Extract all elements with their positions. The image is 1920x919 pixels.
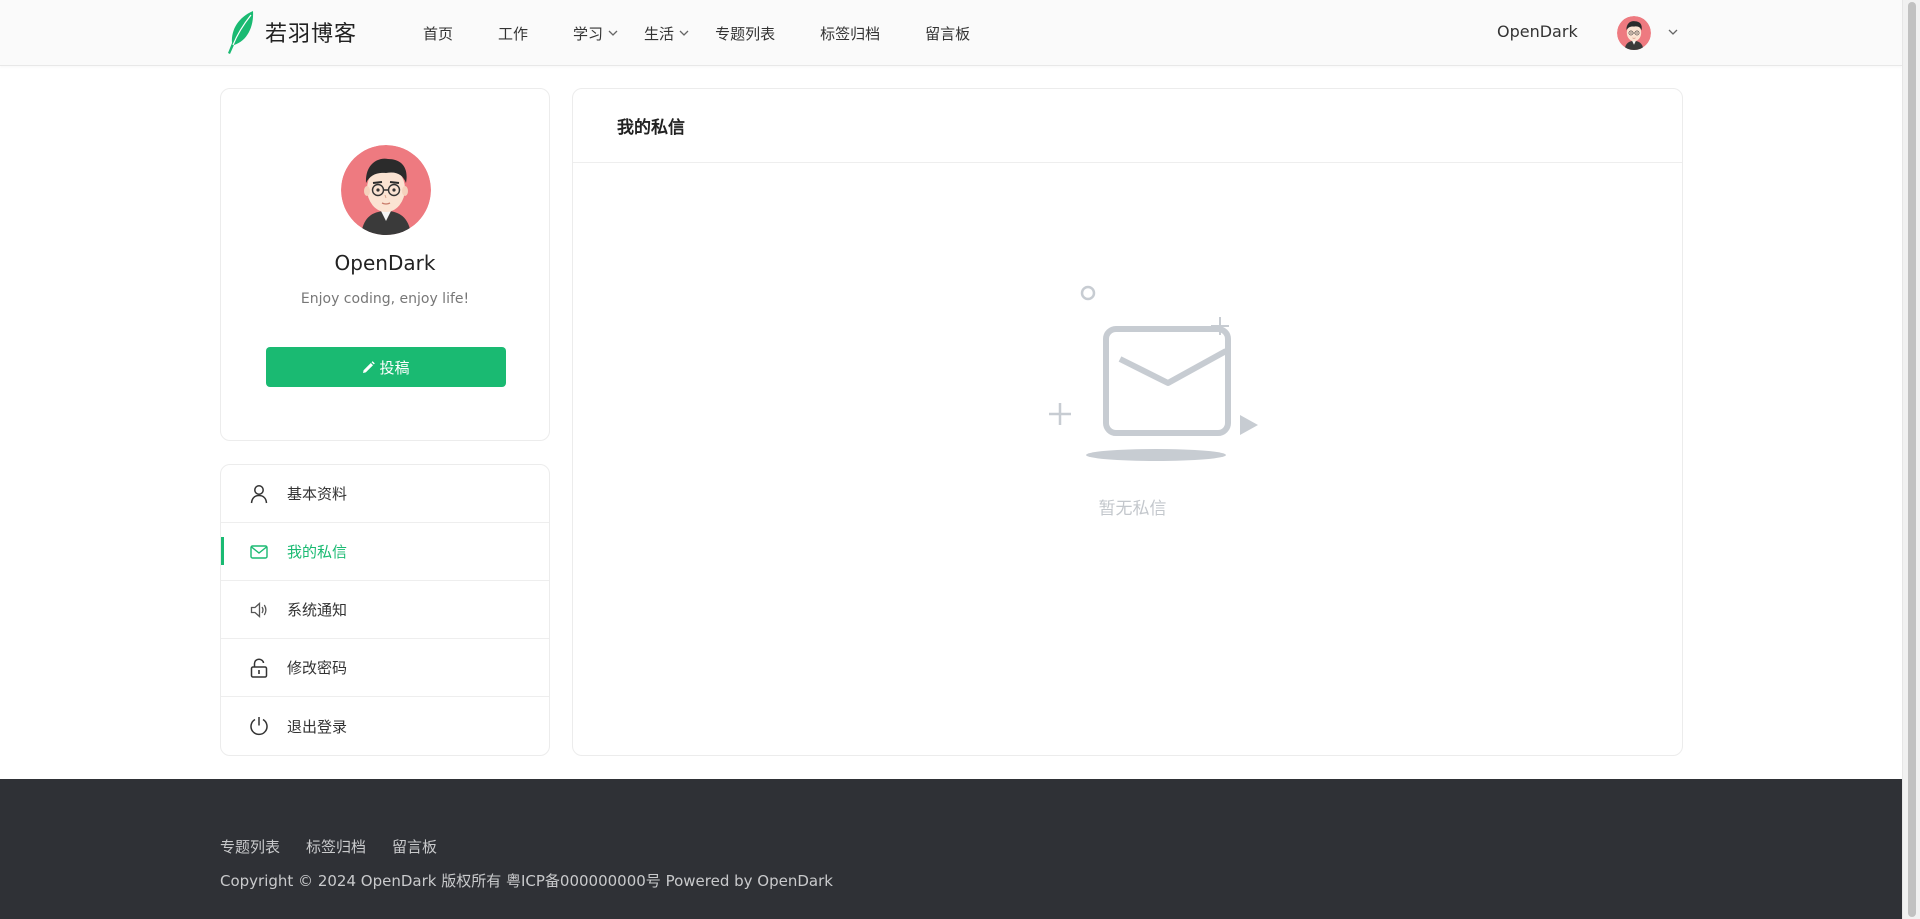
menu-item-label: 我的私信 [287, 543, 348, 561]
nav-item-guestbook[interactable]: 留言板 [925, 23, 970, 44]
scrollbar-thumb[interactable] [1908, 2, 1916, 917]
header-avatar[interactable] [1617, 16, 1651, 50]
chevron-down-icon [679, 30, 689, 36]
nav-label: 学习 [573, 24, 604, 43]
menu-item-label: 退出登录 [287, 717, 348, 736]
site-logo[interactable]: 若羽博客 [223, 9, 357, 55]
avatar-cartoon-icon [1617, 16, 1651, 50]
post-button-label: 投稿 [379, 358, 410, 377]
user-icon [249, 484, 269, 504]
power-icon [249, 716, 269, 736]
header-username[interactable]: OpenDark [1497, 22, 1578, 41]
nav-item-life[interactable]: 生活 [644, 23, 689, 44]
menu-item-basic-info[interactable]: 基本资料 [221, 465, 549, 523]
speaker-icon [249, 600, 269, 620]
footer-link-tags[interactable]: 标签归档 [306, 836, 366, 857]
nav-label: 标签归档 [820, 24, 881, 43]
menu-item-logout[interactable]: 退出登录 [221, 697, 549, 755]
user-center-menu: 基本资料 我的私信 系统通知 修改密码 退出登录 [220, 464, 550, 756]
main-nav: 首页 工作 学习 生活 专题列表 标签归档 留言板 [423, 0, 1015, 66]
unlock-icon [249, 658, 269, 678]
empty-mailbox-illustration-icon [1049, 285, 1258, 461]
messages-panel: 我的私信 暂无私信 [572, 88, 1683, 756]
top-header: 若羽博客 首页 工作 学习 生活 专题列表 标签归档 留言板 OpenDark [0, 0, 1902, 66]
nav-label: 留言板 [925, 24, 971, 43]
menu-item-label: 修改密码 [287, 659, 348, 677]
pencil-icon [363, 360, 376, 373]
nav-label: 专题列表 [715, 24, 776, 43]
nav-item-topics[interactable]: 专题列表 [715, 23, 775, 44]
site-footer: 专题列表 标签归档 留言板 Copyright © 2024 OpenDark … [0, 779, 1902, 919]
chevron-down-icon [608, 30, 618, 36]
nav-label: 生活 [644, 24, 675, 43]
profile-name: OpenDark [334, 251, 436, 275]
profile-bio: Enjoy coding, enjoy life! [300, 291, 470, 307]
profile-card: OpenDark Enjoy coding, enjoy life! 投稿 [220, 88, 550, 441]
nav-item-tags[interactable]: 标签归档 [820, 23, 880, 44]
footer-links: 专题列表 标签归档 留言板 [220, 836, 437, 857]
panel-title: 我的私信 [573, 89, 1682, 163]
menu-item-change-password[interactable]: 修改密码 [221, 639, 549, 697]
empty-state-text: 暂无私信 [1098, 499, 1167, 519]
menu-item-notifications[interactable]: 系统通知 [221, 581, 549, 639]
footer-link-topics[interactable]: 专题列表 [220, 836, 280, 857]
nav-item-study[interactable]: 学习 [573, 23, 618, 44]
footer-copyright: Copyright © 2024 OpenDark 版权所有 粤ICP备0000… [220, 872, 833, 890]
profile-avatar [341, 145, 431, 235]
nav-item-home[interactable]: 首页 [423, 23, 453, 44]
site-name: 若羽博客 [265, 22, 358, 47]
avatar-cartoon-icon [341, 145, 431, 235]
feather-logo-icon [228, 11, 254, 54]
user-menu-chevron-icon[interactable] [1668, 29, 1678, 35]
nav-label: 工作 [498, 24, 529, 43]
post-article-button[interactable]: 投稿 [266, 347, 506, 387]
menu-item-label: 基本资料 [287, 485, 348, 503]
menu-item-label: 系统通知 [287, 601, 348, 619]
menu-item-messages[interactable]: 我的私信 [221, 523, 549, 581]
nav-item-work[interactable]: 工作 [498, 23, 528, 44]
mail-icon [249, 542, 269, 562]
nav-label: 首页 [423, 24, 454, 43]
footer-link-guestbook[interactable]: 留言板 [392, 836, 437, 857]
page-scrollbar[interactable] [1902, 0, 1920, 919]
